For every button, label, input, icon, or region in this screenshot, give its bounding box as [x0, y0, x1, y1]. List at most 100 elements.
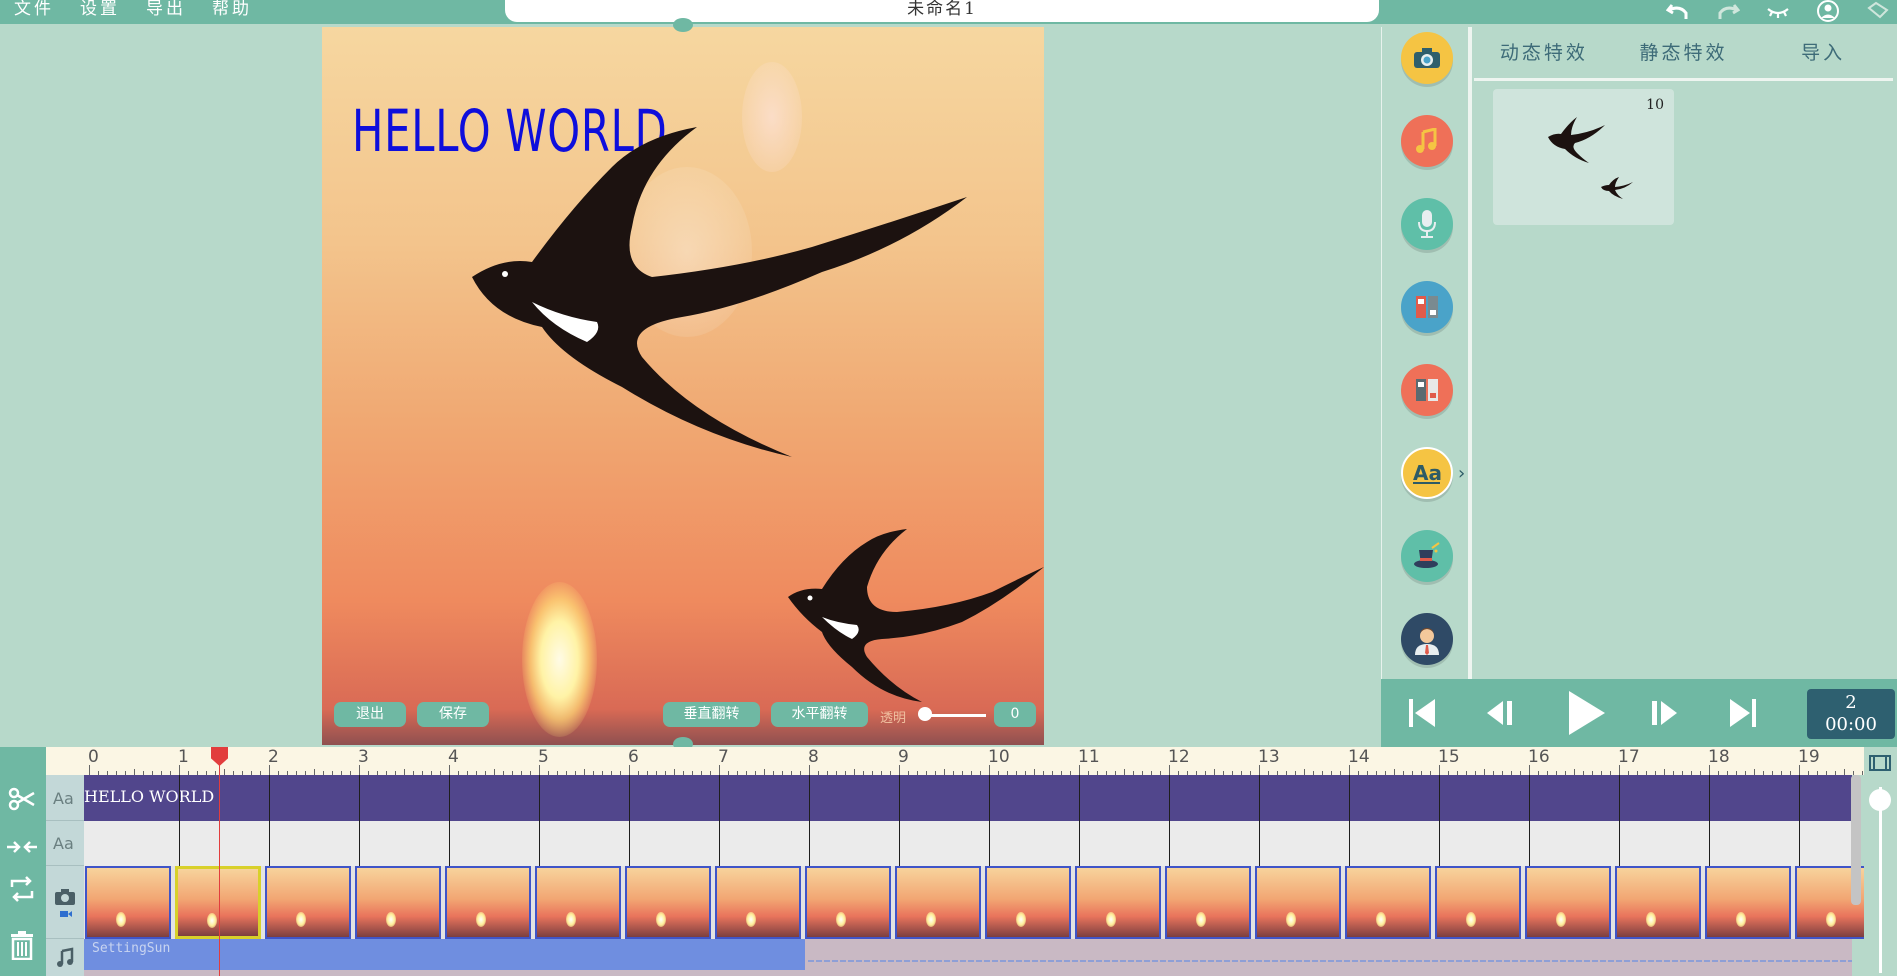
frame-sun: [296, 912, 306, 927]
opacity-label: 透明: [880, 711, 907, 726]
ruler-tick-mark: [1709, 765, 1710, 775]
camera-icon[interactable]: [1401, 32, 1453, 84]
ruler-tick-mark: [1079, 765, 1080, 775]
preview-canvas[interactable]: HELLO WORLD 退出 保存 垂直翻转 水平翻转 透明 0: [322, 27, 1044, 745]
zoom-slider-track[interactable]: [1879, 787, 1882, 973]
video-frame-thumbnail[interactable]: [85, 866, 171, 939]
top-bar: 文件 设置 导出 帮助 未命名1: [0, 0, 1897, 24]
previous-frame-icon[interactable]: [1483, 695, 1517, 731]
microphone-icon[interactable]: [1401, 198, 1453, 250]
frame-sun: [386, 912, 396, 927]
vertical-flip-button[interactable]: 垂直翻转: [663, 702, 760, 727]
replace-icon[interactable]: [4, 871, 40, 907]
filter-icon[interactable]: [1401, 364, 1453, 416]
effects-panel: 动态特效 静态特效 导入 10: [1474, 27, 1893, 679]
frame-sun: [1106, 912, 1116, 927]
redo-icon[interactable]: [1715, 0, 1741, 22]
menu-export[interactable]: 导出: [146, 0, 186, 20]
character-icon[interactable]: [1401, 613, 1453, 665]
video-frame-thumbnail[interactable]: [175, 866, 261, 939]
timeline-tracks[interactable]: HELLO WORLD SettingSun: [84, 775, 1864, 976]
eye-closed-icon[interactable]: [1765, 0, 1791, 22]
exit-button[interactable]: 退出: [334, 702, 406, 727]
panel-divider: [1468, 27, 1472, 679]
ruler-tick-label: 6: [628, 747, 639, 767]
ruler-tick-label: 11: [1078, 747, 1100, 767]
ruler-tick-label: 18: [1708, 747, 1730, 767]
merge-icon[interactable]: [4, 829, 40, 865]
timeline-ruler[interactable]: 0 1 2 3 4 5 6 7 8 9 10 11 12 13 14 15 16 17 18 19: [46, 747, 1881, 775]
frame-number: 2: [1845, 692, 1857, 713]
music-icon[interactable]: [1401, 115, 1453, 167]
video-frame-thumbnail[interactable]: [1525, 866, 1611, 939]
video-frame-thumbnail[interactable]: [805, 866, 891, 939]
video-frame-thumbnail[interactable]: [1075, 866, 1161, 939]
undo-icon[interactable]: [1665, 0, 1691, 22]
ruler-tick-mark: [539, 765, 540, 775]
ruler-tick-label: 0: [88, 747, 99, 767]
svg-text:Aa: Aa: [53, 834, 74, 853]
video-frame-thumbnail[interactable]: [445, 866, 531, 939]
filmstrip-icon[interactable]: [1868, 753, 1892, 773]
text-track-clip[interactable]: HELLO WORLD: [84, 775, 1852, 821]
video-frame-thumbnail[interactable]: [535, 866, 621, 939]
user-icon[interactable]: [1815, 0, 1841, 22]
opacity-slider-knob[interactable]: [918, 707, 932, 721]
frame-sun: [1466, 912, 1476, 927]
video-frame-thumbnail[interactable]: [715, 866, 801, 939]
frame-sun: [746, 912, 756, 927]
skip-to-start-icon[interactable]: [1405, 695, 1439, 731]
menu-settings[interactable]: 设置: [80, 0, 120, 20]
transition-icon[interactable]: [1401, 281, 1453, 333]
tab-import[interactable]: 导入: [1753, 27, 1893, 78]
next-frame-icon[interactable]: [1647, 695, 1681, 731]
menu-bar: 文件 设置 导出 帮助: [14, 0, 252, 20]
effect-thumbnail-swallows[interactable]: 10: [1493, 89, 1674, 225]
ruler-tick-label: 7: [718, 747, 729, 767]
timeline-vertical-scrollbar[interactable]: [1851, 775, 1861, 905]
svg-text:Aa: Aa: [1413, 461, 1442, 485]
video-frame-thumbnail[interactable]: [1705, 866, 1791, 939]
ruler-tick-mark: [269, 765, 270, 775]
video-frame-thumbnail[interactable]: [1435, 866, 1521, 939]
ruler-tick-mark: [1799, 765, 1800, 775]
opacity-value: 0: [994, 702, 1036, 727]
ruler-tick-label: 9: [898, 747, 909, 767]
video-frame-thumbnail[interactable]: [1615, 866, 1701, 939]
skip-to-end-icon[interactable]: [1726, 695, 1760, 731]
magic-hat-icon[interactable]: [1401, 530, 1453, 582]
fullscreen-icon[interactable]: [1865, 0, 1891, 22]
scissors-icon[interactable]: [4, 781, 40, 817]
video-frame-thumbnail[interactable]: [895, 866, 981, 939]
audio-clip[interactable]: [84, 939, 805, 970]
video-frame-thumbnail[interactable]: [1165, 866, 1251, 939]
tab-static-effects[interactable]: 静态特效: [1614, 27, 1754, 78]
tool-column: Aa ›: [1381, 27, 1469, 679]
zoom-slider-knob[interactable]: [1869, 789, 1891, 811]
video-frame-thumbnail[interactable]: [1255, 866, 1341, 939]
menu-help[interactable]: 帮助: [212, 0, 252, 20]
video-frame-thumbnail[interactable]: [1345, 866, 1431, 939]
ruler-tick-label: 1: [178, 747, 189, 767]
tab-dynamic-effects[interactable]: 动态特效: [1474, 27, 1614, 78]
ruler-tick-mark: [179, 765, 180, 775]
player-controls: 2 00:00: [1381, 679, 1897, 747]
video-frame-thumbnail[interactable]: [625, 866, 711, 939]
delete-icon[interactable]: [4, 927, 40, 963]
video-frame-thumbnail[interactable]: [265, 866, 351, 939]
ruler-tick-label: 16: [1528, 747, 1550, 767]
text-icon[interactable]: Aa: [1401, 447, 1453, 499]
horizontal-flip-button[interactable]: 水平翻转: [771, 702, 868, 727]
frame-sun: [476, 912, 486, 927]
ruler-tick-label: 14: [1348, 747, 1370, 767]
video-frame-thumbnail[interactable]: [985, 866, 1071, 939]
save-button[interactable]: 保存: [417, 702, 489, 727]
project-title[interactable]: 未命名1: [505, 0, 1379, 22]
chevron-right-icon[interactable]: ›: [1458, 463, 1465, 484]
play-icon[interactable]: [1563, 687, 1609, 739]
text-track-empty[interactable]: [84, 821, 1852, 866]
ruler-tick-mark: [1619, 765, 1620, 775]
menu-file[interactable]: 文件: [14, 0, 54, 20]
video-frame-thumbnail[interactable]: [355, 866, 441, 939]
resize-handle-top[interactable]: [673, 18, 693, 32]
